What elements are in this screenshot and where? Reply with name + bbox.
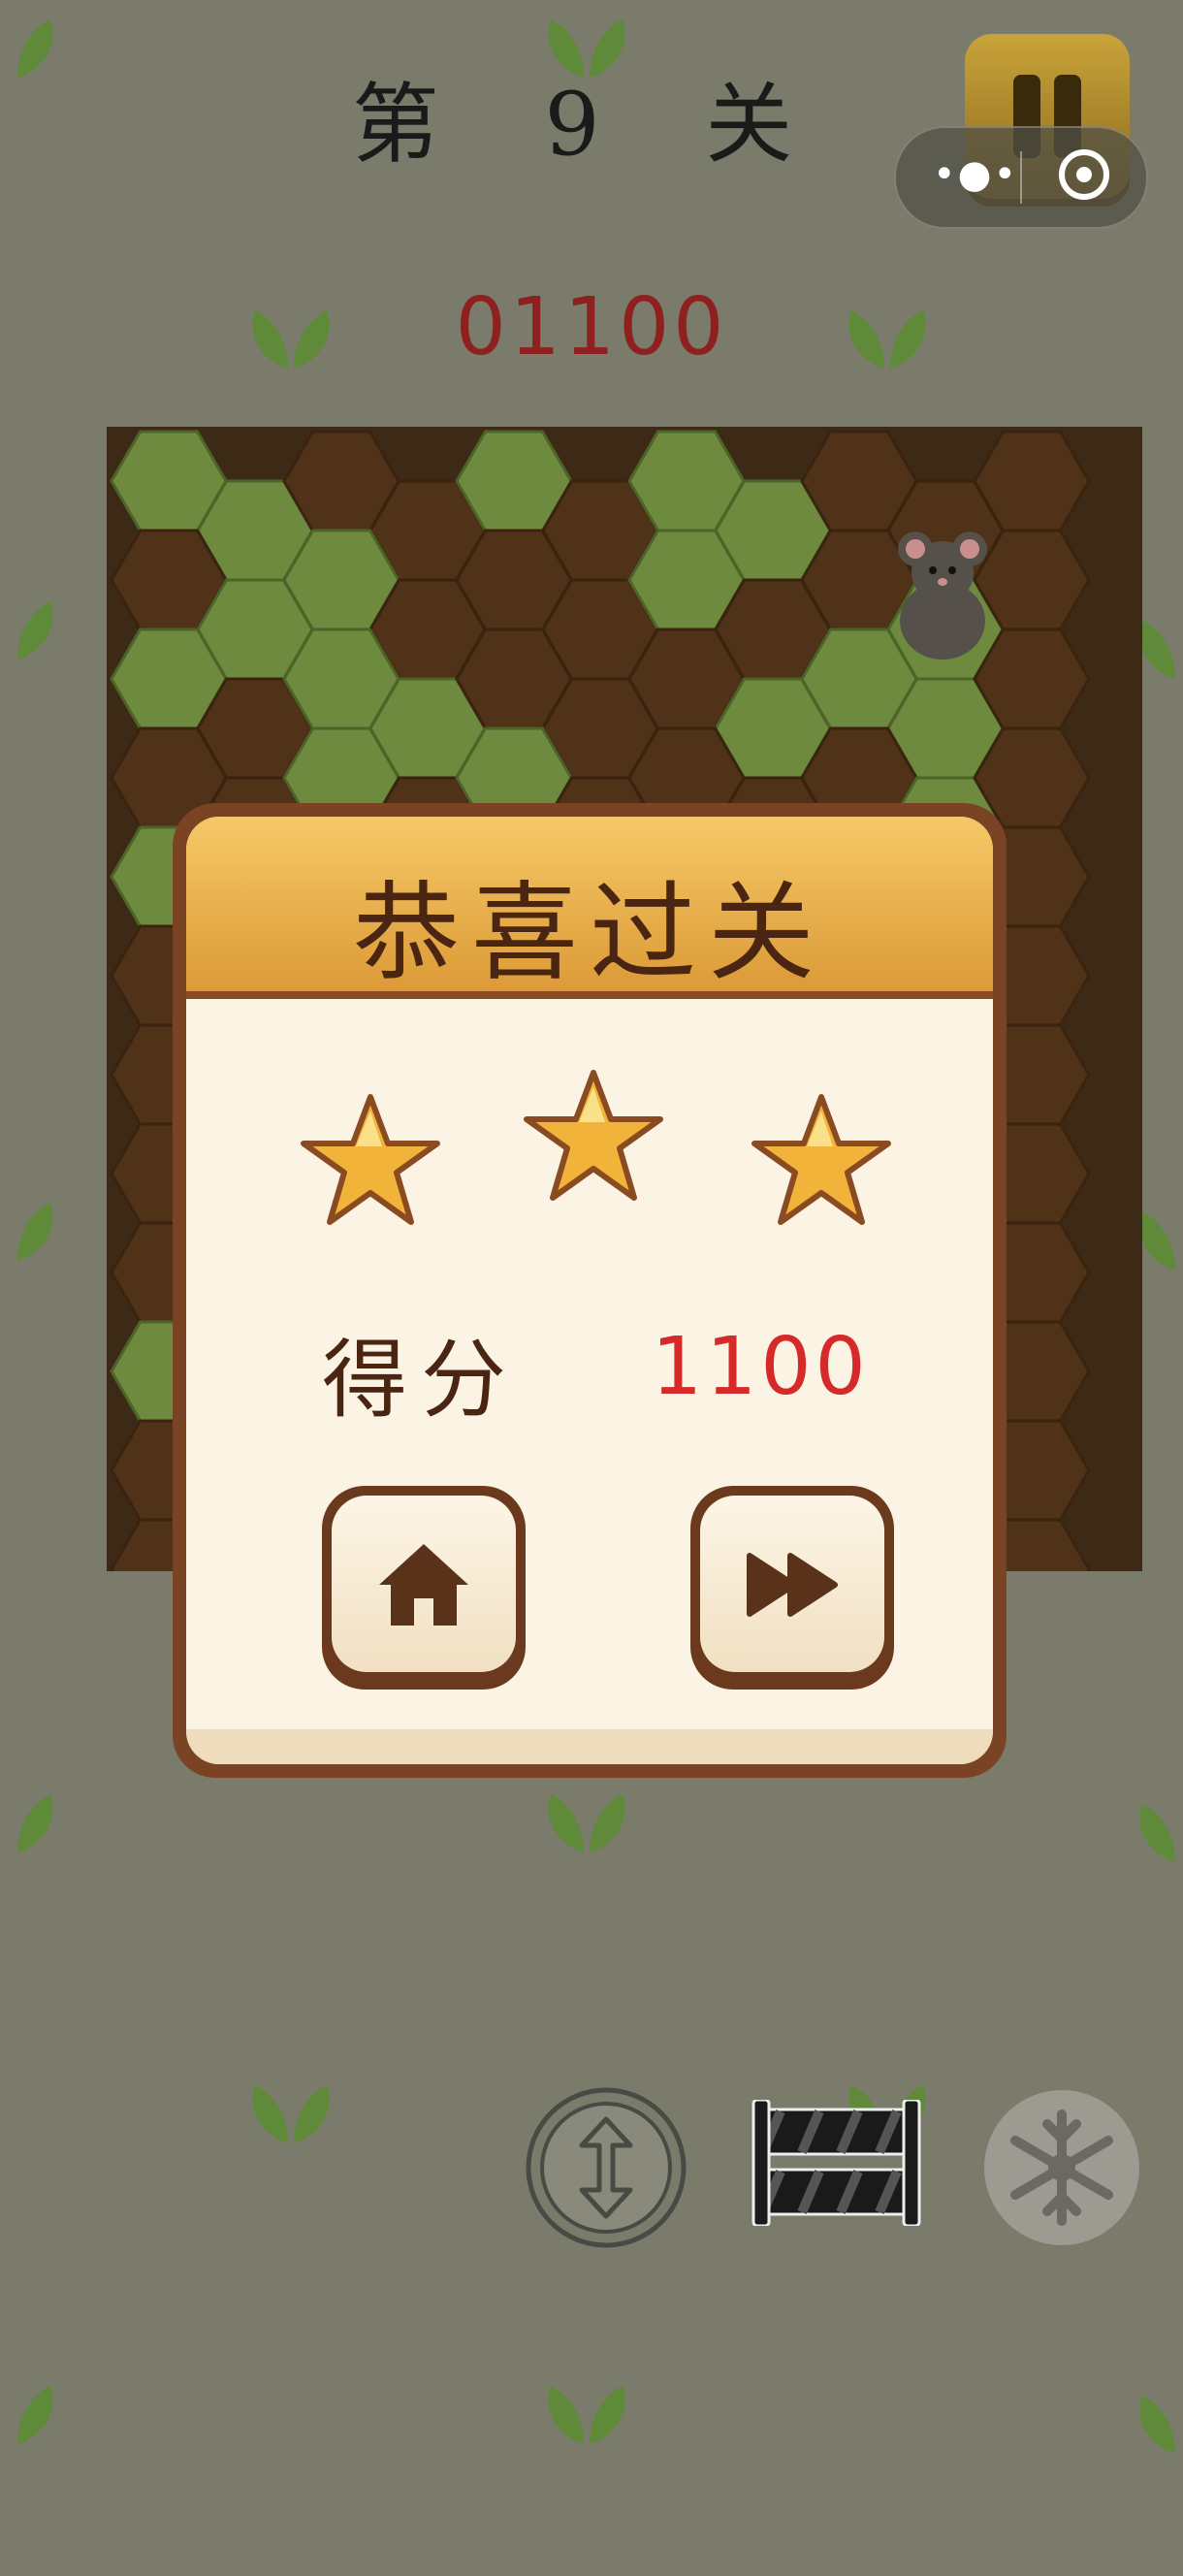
next-button-face (700, 1496, 884, 1672)
snowflake-icon[interactable] (979, 2085, 1144, 2250)
sprout-icon (17, 2386, 53, 2444)
swap-vertical-icon[interactable] (524, 2085, 688, 2250)
sprout-icon (17, 1794, 53, 1852)
home-icon (379, 1544, 468, 1626)
level-complete-dialog: 恭喜过关 得分 1100 (173, 803, 1007, 1778)
score-value: 1100 (652, 1321, 870, 1413)
fast-forward-icon (747, 1553, 838, 1617)
star-icon (751, 1094, 891, 1225)
mouse-icon (898, 531, 987, 660)
home-button-face (332, 1496, 516, 1672)
score-label: 得分 (322, 1330, 521, 1430)
dialog-footer (186, 1729, 993, 1764)
dialog-body: 恭喜过关 得分 1100 (186, 817, 993, 1764)
sprout-icon (1139, 2396, 1175, 2454)
dialog-title: 恭喜过关 (353, 871, 826, 995)
barrier-icon[interactable] (751, 2100, 921, 2226)
sprout-icon (252, 2085, 330, 2143)
home-button[interactable] (322, 1486, 526, 1690)
sprout-icon (548, 1794, 625, 1852)
star-icon (301, 1094, 440, 1225)
dialog-header: 恭喜过关 (186, 817, 993, 999)
star-icon (524, 1070, 663, 1201)
sprout-icon (548, 2386, 625, 2444)
sprout-icon (1139, 1804, 1175, 1862)
next-level-button[interactable] (690, 1486, 894, 1690)
